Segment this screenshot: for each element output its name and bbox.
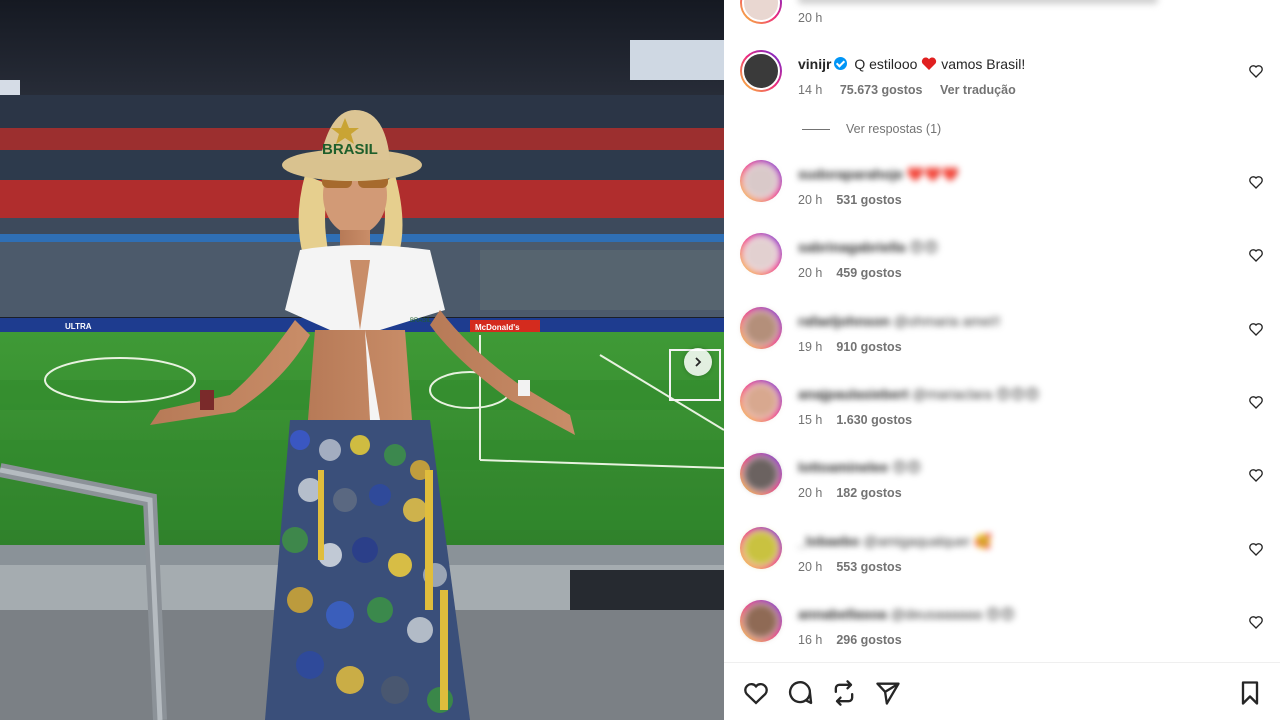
comment-username[interactable]: lottoaminelee (798, 459, 888, 475)
repost-icon[interactable] (830, 679, 858, 707)
comment-meta: 20 h (798, 11, 836, 25)
avatar[interactable] (740, 50, 782, 92)
comment-icon[interactable] (786, 679, 814, 707)
heart-icon[interactable] (1248, 394, 1264, 410)
comments-list[interactable]: 20 h vinijr Q estilooo vamos Brasil! 14 … (724, 0, 1280, 662)
comment-time: 19 h (798, 339, 823, 354)
comment-text: sudoraparahoje ❤️❤️❤️ (798, 165, 959, 183)
avatar[interactable] (740, 306, 782, 349)
comment-likes[interactable]: 553 gostos (836, 560, 901, 574)
comment-likes[interactable]: 182 gostos (836, 486, 901, 500)
comment-meta: 16 h 296 gostos (798, 633, 916, 647)
heart-icon[interactable] (1248, 614, 1264, 630)
comment-time: 20 h (798, 11, 823, 25)
comment-text (798, 0, 1158, 8)
comment-likes[interactable]: 531 gostos (836, 193, 901, 207)
carousel-next-button[interactable] (684, 348, 712, 376)
avatar[interactable] (740, 599, 782, 642)
comment-meta: 20 h 459 gostos (798, 266, 916, 280)
avatar[interactable] (740, 233, 782, 276)
shirt-text: BRASIL (410, 318, 432, 324)
share-icon[interactable] (874, 679, 902, 707)
comment-likes[interactable]: 75.673 gostos (840, 83, 923, 97)
avatar[interactable] (740, 379, 782, 422)
comment-username[interactable]: vinijr (798, 56, 831, 72)
avatar[interactable] (740, 0, 782, 24)
comment-text: anajpaulasiebert @mariaclara 😍😍😍 (798, 385, 1040, 403)
comment-body: ❤️❤️❤️ (906, 166, 960, 182)
avatar[interactable] (740, 160, 782, 202)
heart-icon[interactable] (1248, 541, 1264, 557)
heart-icon[interactable] (1248, 247, 1264, 263)
comment-time: 20 h (798, 266, 823, 281)
view-replies-button[interactable]: Ver respostas (1) (802, 122, 941, 136)
heart-icon[interactable] (1248, 174, 1264, 190)
avatar[interactable] (740, 526, 782, 569)
heart-icon[interactable] (1248, 321, 1264, 337)
comment-username[interactable]: sabrinagabriella (798, 239, 905, 255)
comment-time: 20 h (798, 559, 823, 574)
avatar[interactable] (740, 453, 782, 496)
comment-body: @amigaqualquer 🥰 (863, 532, 992, 549)
comment-text: _lobaebo @amigaqualquer 🥰 (798, 532, 992, 550)
comment-body: Q estilooo (854, 56, 918, 72)
post-actions (724, 662, 1280, 720)
comment-time: 20 h (798, 486, 823, 501)
chevron-right-icon (695, 357, 702, 367)
stadium-scene: McDonald's ULTRA BRASIL BRASIL (0, 0, 724, 720)
hat-text: BRASIL (322, 141, 378, 158)
ad-ultra: ULTRA (65, 322, 92, 331)
comment-text: annabellasoa @deusaaaaaa 😍😍 (798, 605, 1015, 623)
comment-body: @deusaaaaaa 😍😍 (890, 605, 1015, 622)
comment-username[interactable]: sudoraparahoje (798, 166, 903, 182)
heart-icon[interactable] (1248, 63, 1264, 79)
comment-likes[interactable]: 296 gostos (836, 633, 901, 647)
comment-meta: 15 h 1.630 gostos (798, 413, 926, 427)
comment-text: lottoaminelee 😍😍 (798, 458, 921, 476)
view-replies-label: Ver respostas (1) (846, 122, 942, 136)
comment-likes[interactable]: 1.630 gostos (836, 413, 912, 427)
comment-time: 15 h (798, 412, 823, 427)
comments-panel: 20 h vinijr Q estilooo vamos Brasil! 14 … (724, 0, 1280, 720)
comment-body: 😍😍 (892, 459, 922, 476)
post-photo: McDonald's ULTRA BRASIL BRASIL (0, 0, 724, 720)
comment-text: rafaeljohnson @ohmaria amei!! (798, 312, 1001, 330)
comment-meta: 20 h 553 gostos (798, 560, 916, 574)
bookmark-icon[interactable] (1236, 679, 1264, 707)
red-heart-emoji (922, 57, 937, 70)
comment-body: @mariaclara 😍😍😍 (912, 385, 1040, 402)
comment-username[interactable]: anajpaulasiebert (798, 386, 909, 402)
verified-icon (834, 57, 848, 70)
comment-username[interactable]: _lobaebo (798, 533, 859, 549)
comment-time: 16 h (798, 632, 823, 647)
comment-meta: 20 h 182 gostos (798, 486, 916, 500)
heart-icon[interactable] (742, 679, 770, 707)
comment-time: 20 h (798, 193, 823, 207)
comment-likes[interactable]: 459 gostos (836, 266, 901, 280)
comment-body: 😍😍 (909, 239, 939, 256)
ad-mcdonalds: McDonald's (475, 323, 520, 332)
comment-username[interactable]: rafaeljohnson (798, 313, 890, 329)
comment-time: 14 h (798, 83, 823, 97)
heart-icon[interactable] (1248, 467, 1264, 483)
comment-meta: 20 h 531 gostos (798, 193, 916, 207)
comment-likes[interactable]: 910 gostos (836, 340, 901, 354)
comment-text: vinijr Q estilooo vamos Brasil! (798, 55, 1025, 73)
comment-text: sabrinagabriella 😍😍 (798, 238, 938, 256)
comment-username[interactable]: annabellasoa (798, 606, 887, 622)
comment-meta: 19 h 910 gostos (798, 340, 916, 354)
comment-body-2: vamos Brasil! (941, 56, 1026, 72)
comment-meta: 14 h 75.673 gostos Ver tradução (798, 83, 1030, 97)
comment-body: @ohmaria amei!! (893, 312, 1001, 329)
translate-link[interactable]: Ver tradução (940, 83, 1016, 97)
